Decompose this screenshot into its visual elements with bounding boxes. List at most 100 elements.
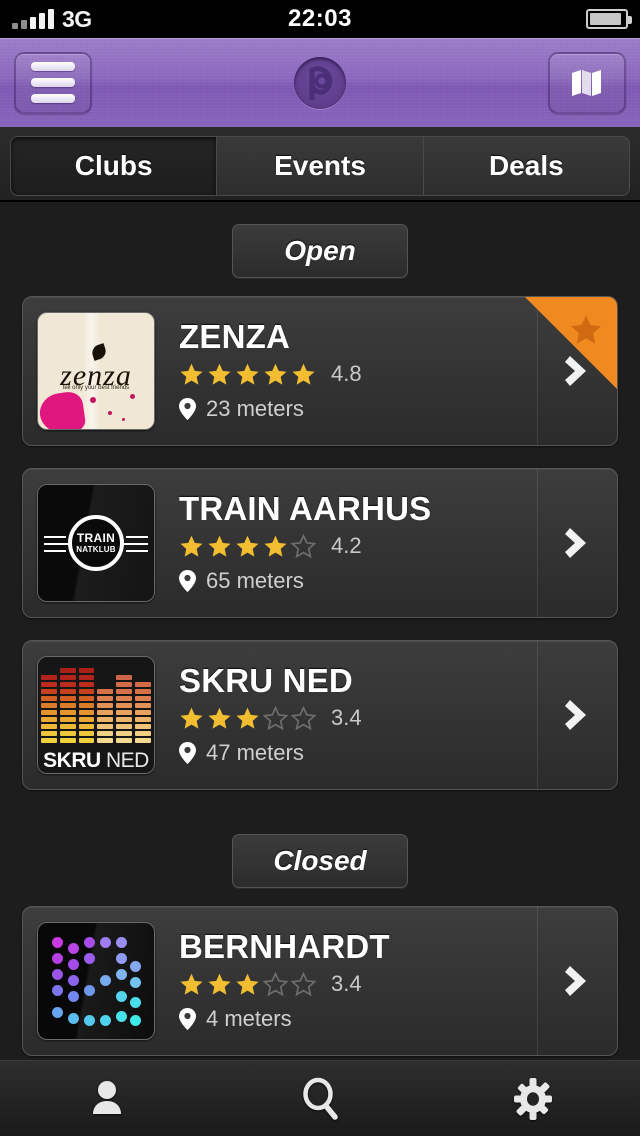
equalizer-column bbox=[41, 659, 57, 743]
chevron-right-icon bbox=[564, 966, 586, 996]
star-filled-icon bbox=[236, 535, 259, 557]
venue-list[interactable]: Open zenza tell only your best friends Z… bbox=[0, 202, 640, 1060]
venue-rating: 4.2 bbox=[179, 533, 537, 559]
equalizer-column bbox=[59, 659, 76, 743]
bottom-tab-settings[interactable] bbox=[473, 1061, 593, 1136]
app-logo bbox=[294, 56, 346, 109]
star-filled-icon bbox=[236, 363, 259, 385]
location-pin-icon bbox=[179, 570, 196, 593]
hamburger-icon bbox=[31, 62, 75, 71]
battery-icon bbox=[586, 9, 632, 29]
venue-disclosure[interactable] bbox=[537, 641, 617, 789]
venue-disclosure[interactable] bbox=[537, 469, 617, 617]
navigation-bar bbox=[0, 38, 640, 130]
venue-info: TRAIN AARHUS 4.2 65 meters bbox=[155, 492, 537, 595]
star-filled-icon bbox=[264, 363, 287, 385]
location-pin-icon bbox=[179, 1008, 196, 1031]
status-bar-right bbox=[586, 9, 632, 29]
rating-value: 4.2 bbox=[331, 533, 362, 559]
map-button-wrap bbox=[548, 51, 626, 114]
equalizer-column bbox=[135, 659, 151, 743]
venue-distance: 4 meters bbox=[179, 1006, 537, 1032]
tab-clubs[interactable]: Clubs bbox=[10, 136, 217, 196]
star-empty-icon bbox=[291, 533, 316, 559]
hamburger-icon-bar bbox=[31, 94, 75, 103]
distance-label: 4 meters bbox=[206, 1006, 292, 1032]
venue-distance: 23 meters bbox=[179, 396, 537, 422]
venue-card-bernhardt[interactable]: BERNHARDT 3.4 4 meters bbox=[22, 906, 618, 1056]
star-filled-icon bbox=[208, 363, 231, 385]
equalizer-graphic bbox=[41, 659, 151, 743]
star-filled-icon bbox=[180, 707, 203, 729]
star-rating bbox=[179, 362, 316, 387]
venue-rating: 3.4 bbox=[179, 705, 537, 731]
venue-card-skru-ned[interactable]: SKRU NED SKRU NED 3.4 47 meters bbox=[22, 640, 618, 790]
star-empty-icon bbox=[263, 705, 288, 731]
star-empty-icon bbox=[263, 971, 288, 997]
logo-badge: TRAIN NATKLUB bbox=[68, 515, 124, 571]
section-header-label: Closed bbox=[232, 834, 408, 888]
equalizer-column bbox=[78, 659, 95, 743]
distance-label: 47 meters bbox=[206, 740, 304, 766]
venue-logo-subtext: NATKLUB bbox=[76, 544, 116, 554]
status-bar: 3G 22:03 bbox=[0, 0, 640, 38]
splash-dot bbox=[122, 418, 125, 421]
rating-value: 3.4 bbox=[331, 971, 362, 997]
star-filled-icon bbox=[236, 973, 259, 995]
venue-disclosure[interactable] bbox=[537, 907, 617, 1055]
chevron-right-icon bbox=[564, 356, 586, 386]
venue-name: SKRU NED bbox=[179, 663, 353, 699]
venue-logo-text: SKRU NED bbox=[38, 750, 154, 771]
venue-rating: 4.8 bbox=[179, 361, 537, 387]
section-header-label: Open bbox=[232, 224, 408, 278]
splash-dot bbox=[130, 394, 135, 399]
venue-distance: 47 meters bbox=[179, 740, 537, 766]
venue-logo-bernhardt bbox=[37, 922, 155, 1040]
venue-name: TRAIN AARHUS bbox=[179, 491, 432, 527]
splash-dot bbox=[90, 397, 96, 403]
distance-label: 23 meters bbox=[206, 396, 304, 422]
venue-card-train-aarhus[interactable]: TRAIN NATKLUB TRAIN AARHUS 4.2 65 meters bbox=[22, 468, 618, 618]
tab-events[interactable]: Events bbox=[216, 136, 423, 196]
menu-button[interactable] bbox=[14, 51, 92, 114]
venue-disclosure[interactable] bbox=[537, 297, 617, 445]
star-filled-icon bbox=[264, 535, 287, 557]
app-logo-wrap bbox=[0, 56, 640, 109]
paint-splash-shape bbox=[38, 390, 87, 429]
equalizer-column bbox=[97, 659, 114, 743]
segmented-tabs: Clubs Events Deals bbox=[0, 130, 640, 202]
clock-label: 22:03 bbox=[288, 5, 352, 32]
star-filled-icon bbox=[180, 535, 203, 557]
search-icon bbox=[303, 1077, 338, 1120]
logo-text-alt: NED bbox=[106, 749, 149, 772]
star-filled-icon bbox=[180, 973, 203, 995]
star-rating bbox=[179, 971, 316, 997]
bottom-tab-search[interactable] bbox=[260, 1061, 380, 1136]
app-screen: 3G 22:03 Clubs Events Deals Open zenza t… bbox=[0, 0, 640, 1136]
gear-icon bbox=[514, 1077, 553, 1120]
star-empty-icon bbox=[291, 971, 316, 997]
venue-logo-text: TRAIN bbox=[76, 531, 116, 546]
star-rating bbox=[179, 533, 316, 559]
equalizer-column bbox=[116, 659, 133, 743]
hamburger-icon-bar bbox=[31, 78, 75, 87]
bottom-tab-profile[interactable] bbox=[47, 1061, 167, 1136]
venue-card-zenza[interactable]: zenza tell only your best friends ZENZA bbox=[22, 296, 618, 446]
venue-name: ZENZA bbox=[179, 319, 290, 355]
star-filled-icon bbox=[208, 707, 231, 729]
splash-dot bbox=[108, 411, 112, 415]
logo-text-main: SKRU bbox=[43, 749, 101, 772]
venue-logo-tagline: tell only your best friends bbox=[62, 384, 130, 391]
star-empty-icon bbox=[291, 705, 316, 731]
rating-value: 4.8 bbox=[331, 361, 362, 387]
p-letter-icon bbox=[309, 65, 333, 100]
star-filled-icon bbox=[236, 707, 259, 729]
star-filled-icon bbox=[208, 535, 231, 557]
venue-name: BERNHARDT bbox=[179, 929, 390, 965]
bottom-tab-bar bbox=[0, 1060, 640, 1136]
tab-deals[interactable]: Deals bbox=[422, 136, 630, 196]
venue-logo-skru-ned: SKRU NED bbox=[37, 656, 155, 774]
map-button[interactable] bbox=[548, 51, 626, 114]
star-filled-icon bbox=[208, 973, 231, 995]
chevron-right-icon bbox=[564, 528, 586, 558]
